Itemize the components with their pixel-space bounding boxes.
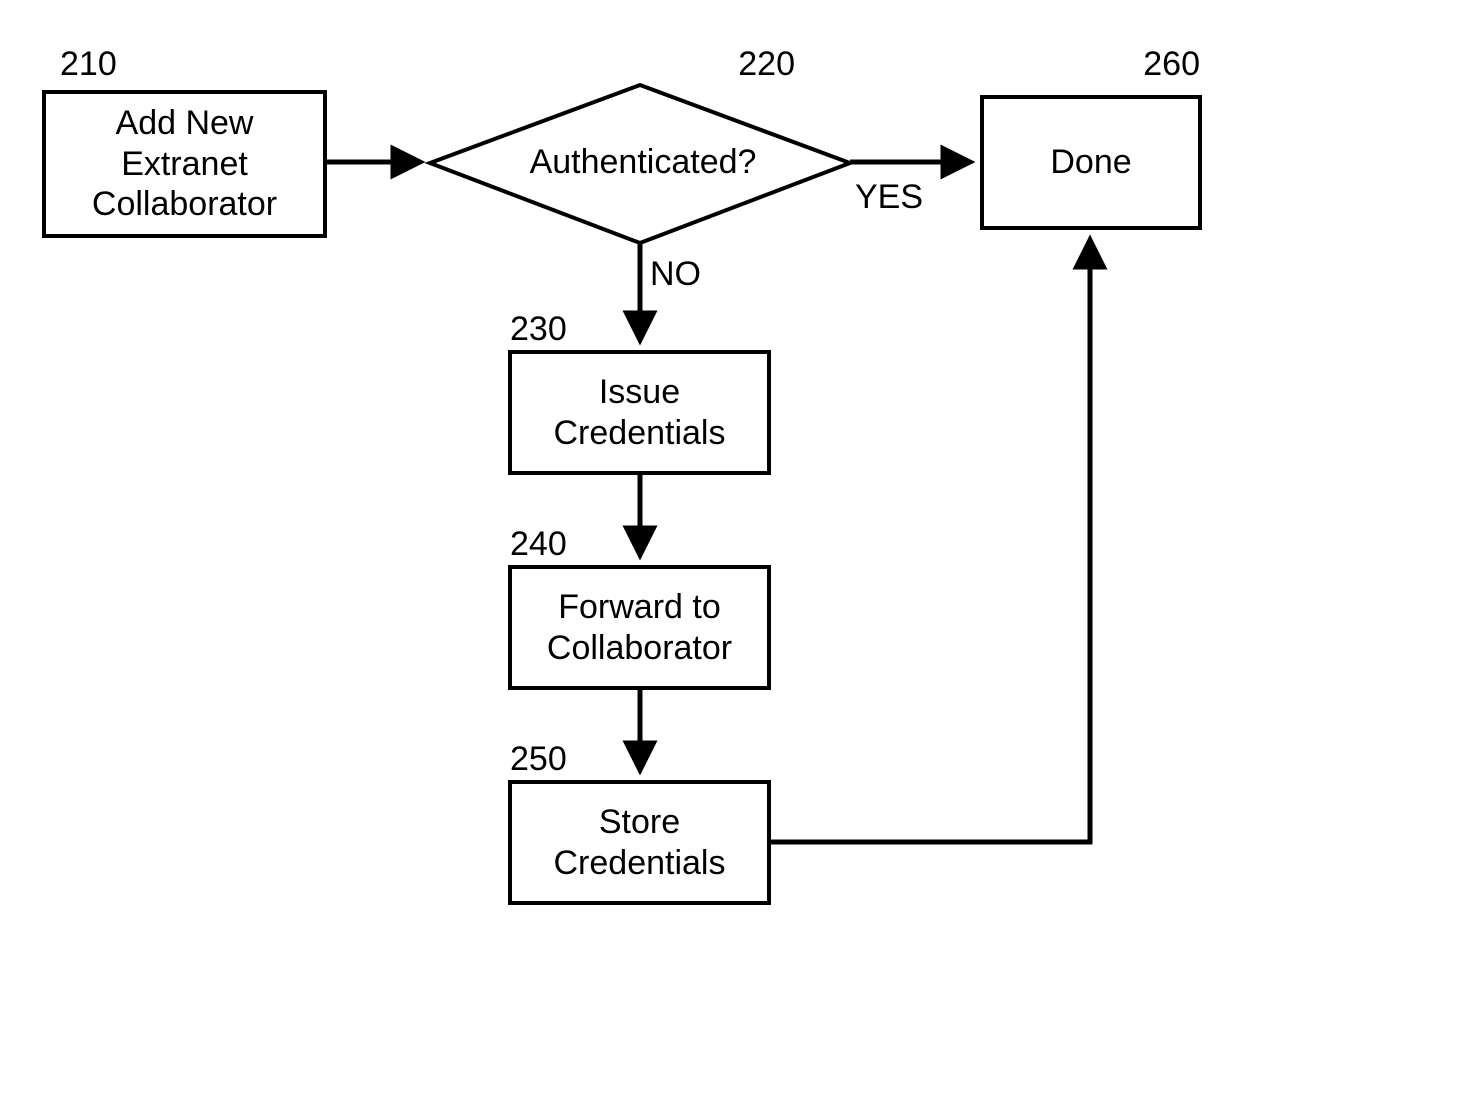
node-260-box: Done [980, 95, 1202, 230]
node-230-box: Issue Credentials [508, 350, 771, 475]
node-210-number: 210 [60, 45, 117, 84]
node-250-box: Store Credentials [508, 780, 771, 905]
edge-no-label: NO [650, 255, 701, 294]
node-240-box: Forward to Collaborator [508, 565, 771, 690]
node-260-label: Done [1050, 142, 1131, 183]
flowchart: 210 Add New Extranet Collaborator 220 Au… [0, 0, 1482, 1094]
node-230-label: Issue Credentials [554, 372, 726, 454]
node-240-label: Forward to Collaborator [547, 587, 732, 669]
node-260-number: 260 [1130, 45, 1200, 84]
node-240-number: 240 [510, 525, 567, 564]
node-220-number: 220 [725, 45, 795, 84]
node-250-label: Store Credentials [554, 802, 726, 884]
node-230-number: 230 [510, 310, 567, 349]
edge-yes-label: YES [855, 178, 923, 217]
node-210-label: Add New Extranet Collaborator [92, 103, 277, 225]
node-250-number: 250 [510, 740, 567, 779]
node-210-box: Add New Extranet Collaborator [42, 90, 327, 238]
node-220-label: Authenticated? [478, 143, 808, 182]
